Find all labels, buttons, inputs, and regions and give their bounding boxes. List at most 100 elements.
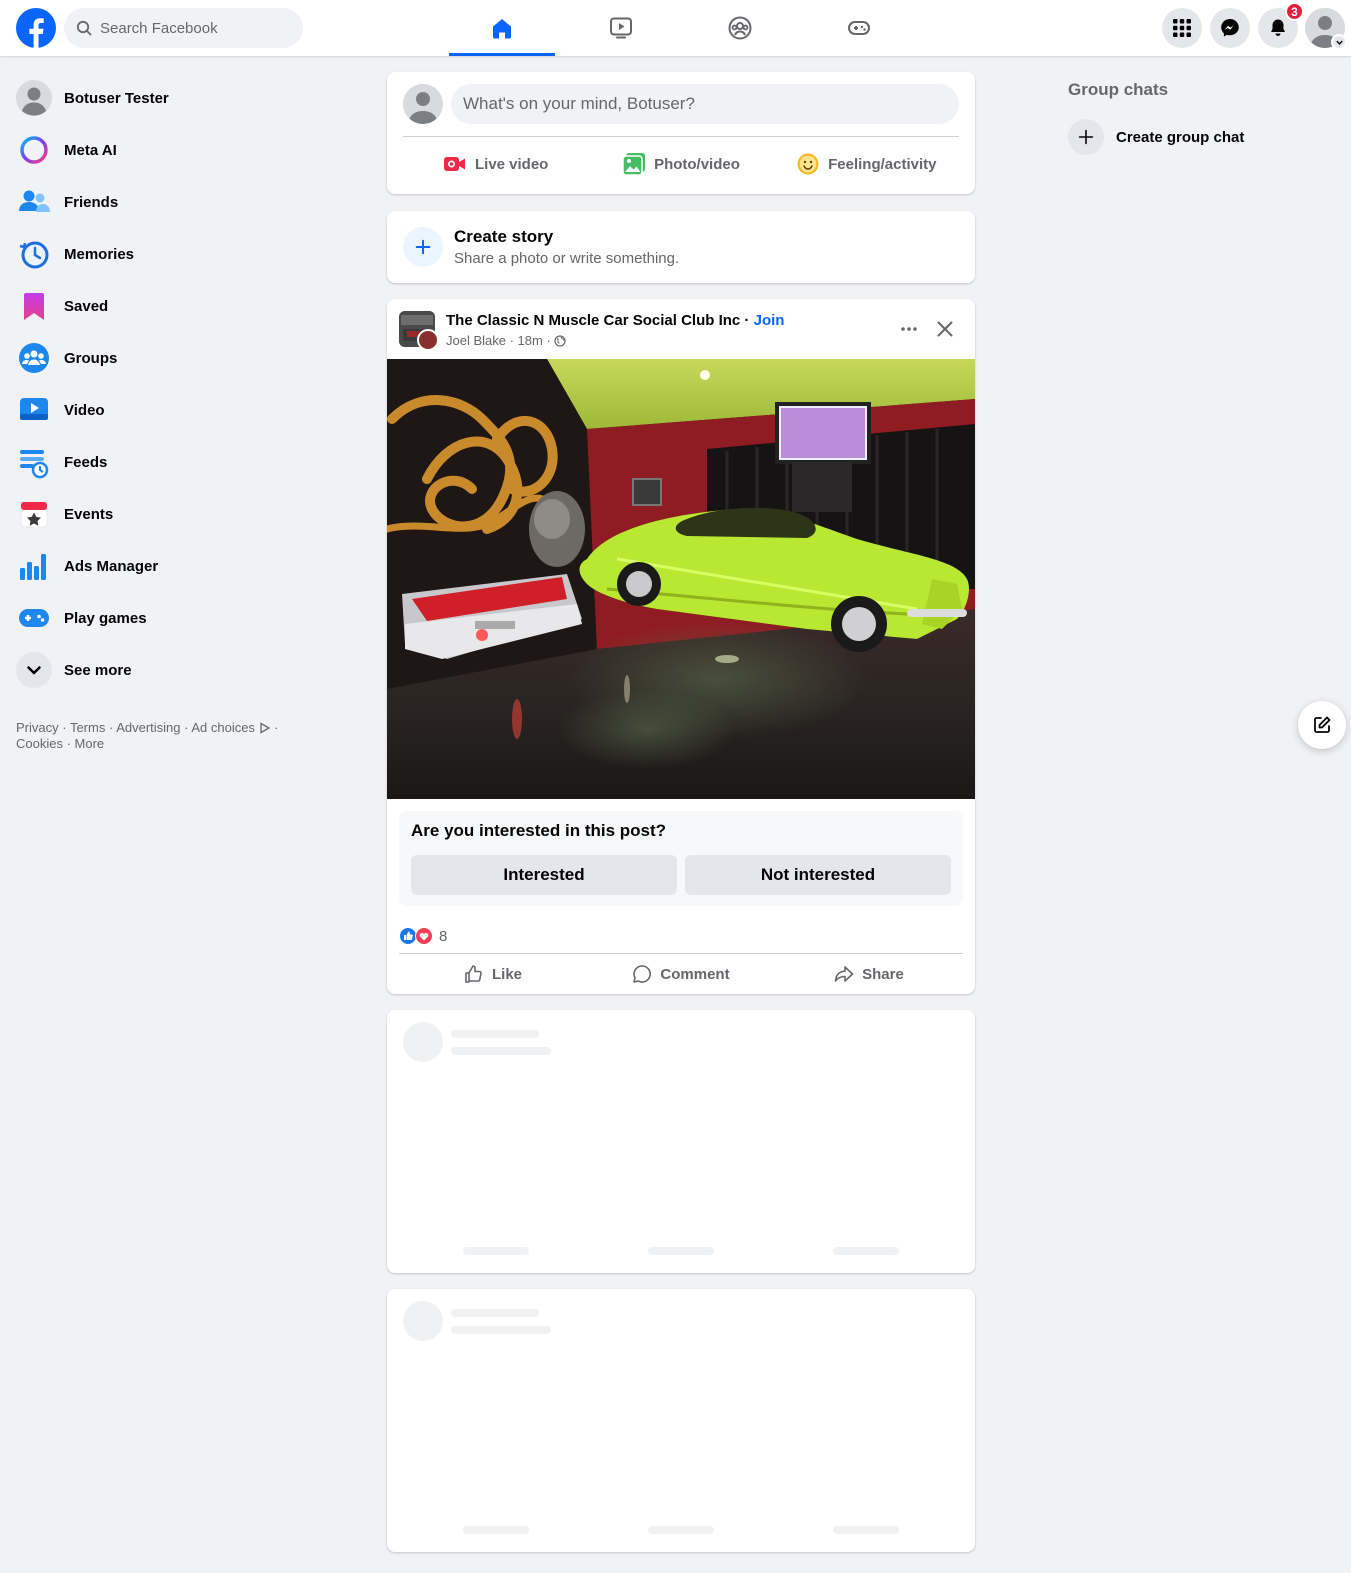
photo-video-button[interactable]: Photo/video bbox=[588, 144, 773, 184]
author-avatar[interactable] bbox=[417, 329, 439, 351]
ad-choices-link[interactable]: Ad choices bbox=[191, 720, 255, 735]
post-time[interactable]: 18m bbox=[518, 333, 543, 348]
interested-button[interactable]: Interested bbox=[411, 855, 677, 895]
account-caret[interactable] bbox=[1331, 34, 1347, 50]
sidebar-item-play-games[interactable]: Play games bbox=[8, 592, 344, 644]
comment-button[interactable]: Comment bbox=[587, 957, 775, 991]
menu-button[interactable] bbox=[1162, 8, 1202, 48]
sidebar-item-label: See more bbox=[64, 661, 132, 679]
reaction-summary[interactable]: 8 bbox=[399, 924, 447, 948]
more-link[interactable]: More bbox=[75, 736, 105, 751]
post-header-title: The Classic N Muscle Car Social Club Inc… bbox=[446, 312, 785, 329]
home-icon bbox=[493, 19, 511, 39]
post-options-button[interactable] bbox=[893, 313, 925, 345]
skeleton-line bbox=[451, 1326, 551, 1334]
sidebar-item-friends[interactable]: Friends bbox=[8, 176, 344, 228]
group-avatar[interactable] bbox=[399, 311, 439, 351]
video-icon bbox=[16, 392, 52, 428]
composer-input[interactable]: What's on your mind, Botuser? bbox=[451, 84, 959, 124]
sidebar-item-feeds[interactable]: Feeds bbox=[8, 436, 344, 488]
comment-icon bbox=[633, 965, 652, 983]
skeleton-avatar bbox=[403, 1022, 443, 1062]
create-group-chat-button[interactable]: Create group chat bbox=[1060, 111, 1320, 163]
left-sidebar: Botuser Tester Meta AI Friends Memories … bbox=[8, 72, 344, 696]
create-story-card[interactable]: Create story Share a photo or write some… bbox=[387, 211, 975, 283]
sidebar-item-label: Meta AI bbox=[64, 141, 117, 159]
sidebar-item-meta-ai[interactable]: Meta AI bbox=[8, 124, 344, 176]
tab-home[interactable] bbox=[449, 0, 555, 56]
ad-choices-icon bbox=[259, 722, 270, 734]
messenger-button[interactable] bbox=[1210, 8, 1250, 48]
divider bbox=[403, 136, 959, 137]
feeling-activity-button[interactable]: Feeling/activity bbox=[774, 144, 959, 184]
create-story-subtitle: Share a photo or write something. bbox=[454, 250, 680, 267]
notifications-button[interactable]: 3 bbox=[1258, 2, 1304, 48]
skeleton-line bbox=[451, 1309, 539, 1317]
bell-icon bbox=[1271, 19, 1285, 36]
privacy-link[interactable]: Privacy bbox=[16, 720, 59, 735]
feed-post: The Classic N Muscle Car Social Club Inc… bbox=[387, 299, 975, 994]
live-video-label: Live video bbox=[474, 155, 549, 173]
hide-post-button[interactable] bbox=[929, 313, 961, 345]
live-video-button[interactable]: Live video bbox=[403, 144, 588, 184]
not-interested-button[interactable]: Not interested bbox=[685, 855, 951, 895]
more-horizontal-icon bbox=[901, 327, 917, 331]
group-name-link[interactable]: The Classic N Muscle Car Social Club Inc bbox=[446, 312, 740, 329]
meta-ai-icon bbox=[16, 132, 52, 168]
profile-avatar bbox=[16, 80, 52, 116]
author-name-link[interactable]: Joel Blake bbox=[446, 333, 506, 348]
skeleton-line bbox=[648, 1247, 714, 1255]
globe-icon bbox=[554, 334, 567, 347]
play-games-icon bbox=[16, 600, 52, 636]
tab-video[interactable] bbox=[568, 0, 674, 56]
avatar[interactable] bbox=[403, 84, 443, 124]
join-group-link[interactable]: Join bbox=[754, 312, 785, 329]
loading-post-placeholder bbox=[387, 1289, 975, 1552]
new-message-button[interactable] bbox=[1298, 701, 1346, 749]
events-icon bbox=[16, 496, 52, 532]
cookies-link[interactable]: Cookies bbox=[16, 736, 63, 751]
gaming-icon bbox=[848, 21, 870, 35]
sidebar-item-label: Groups bbox=[64, 349, 118, 367]
sidebar-item-saved[interactable]: Saved bbox=[8, 280, 344, 332]
photo-icon bbox=[622, 153, 646, 176]
sidebar-item-label: Play games bbox=[64, 609, 147, 627]
skeleton-line bbox=[463, 1247, 529, 1255]
tab-gaming[interactable] bbox=[806, 0, 912, 56]
facebook-logo-icon[interactable] bbox=[16, 8, 56, 48]
share-label: Share bbox=[862, 965, 904, 983]
reaction-count: 8 bbox=[439, 927, 448, 945]
tab-groups[interactable] bbox=[687, 0, 793, 56]
sidebar-item-label: Saved bbox=[64, 297, 109, 315]
create-story-title: Create story bbox=[454, 227, 554, 246]
share-icon bbox=[834, 966, 854, 982]
sidebar-item-memories[interactable]: Memories bbox=[8, 228, 344, 280]
advertising-link[interactable]: Advertising bbox=[116, 720, 180, 735]
search-box[interactable] bbox=[64, 8, 303, 48]
sidebar-item-label: Friends bbox=[64, 193, 119, 211]
sidebar-item-label: Memories bbox=[64, 245, 135, 263]
garage-car-photo bbox=[387, 359, 975, 799]
groups-icon bbox=[728, 16, 752, 40]
chevron-down-icon bbox=[16, 652, 52, 688]
groups-icon bbox=[16, 340, 52, 376]
terms-link[interactable]: Terms bbox=[70, 720, 105, 735]
live-video-icon bbox=[443, 157, 465, 171]
photo-video-label: Photo/video bbox=[654, 155, 740, 173]
sidebar-item-events[interactable]: Events bbox=[8, 488, 344, 540]
like-label: Like bbox=[491, 965, 522, 983]
like-button[interactable]: Like bbox=[399, 957, 587, 991]
sidebar-item-video[interactable]: Video bbox=[8, 384, 344, 436]
sidebar-item-ads-manager[interactable]: Ads Manager bbox=[8, 540, 344, 592]
search-input[interactable] bbox=[100, 19, 290, 37]
loading-post-placeholder bbox=[387, 1010, 975, 1273]
sidebar-item-groups[interactable]: Groups bbox=[8, 332, 344, 384]
post-composer: What's on your mind, Botuser? Live video… bbox=[387, 72, 975, 194]
post-meta: Joel Blake · 18m · bbox=[446, 333, 567, 348]
sidebar-item-see-more[interactable]: See more bbox=[8, 644, 344, 696]
post-photo[interactable] bbox=[387, 359, 975, 799]
sidebar-item-profile[interactable]: Botuser Tester bbox=[8, 72, 344, 124]
share-button[interactable]: Share bbox=[775, 957, 963, 991]
post-actions: Like Comment Share bbox=[399, 957, 963, 991]
sidebar-item-label: Feeds bbox=[64, 453, 108, 471]
